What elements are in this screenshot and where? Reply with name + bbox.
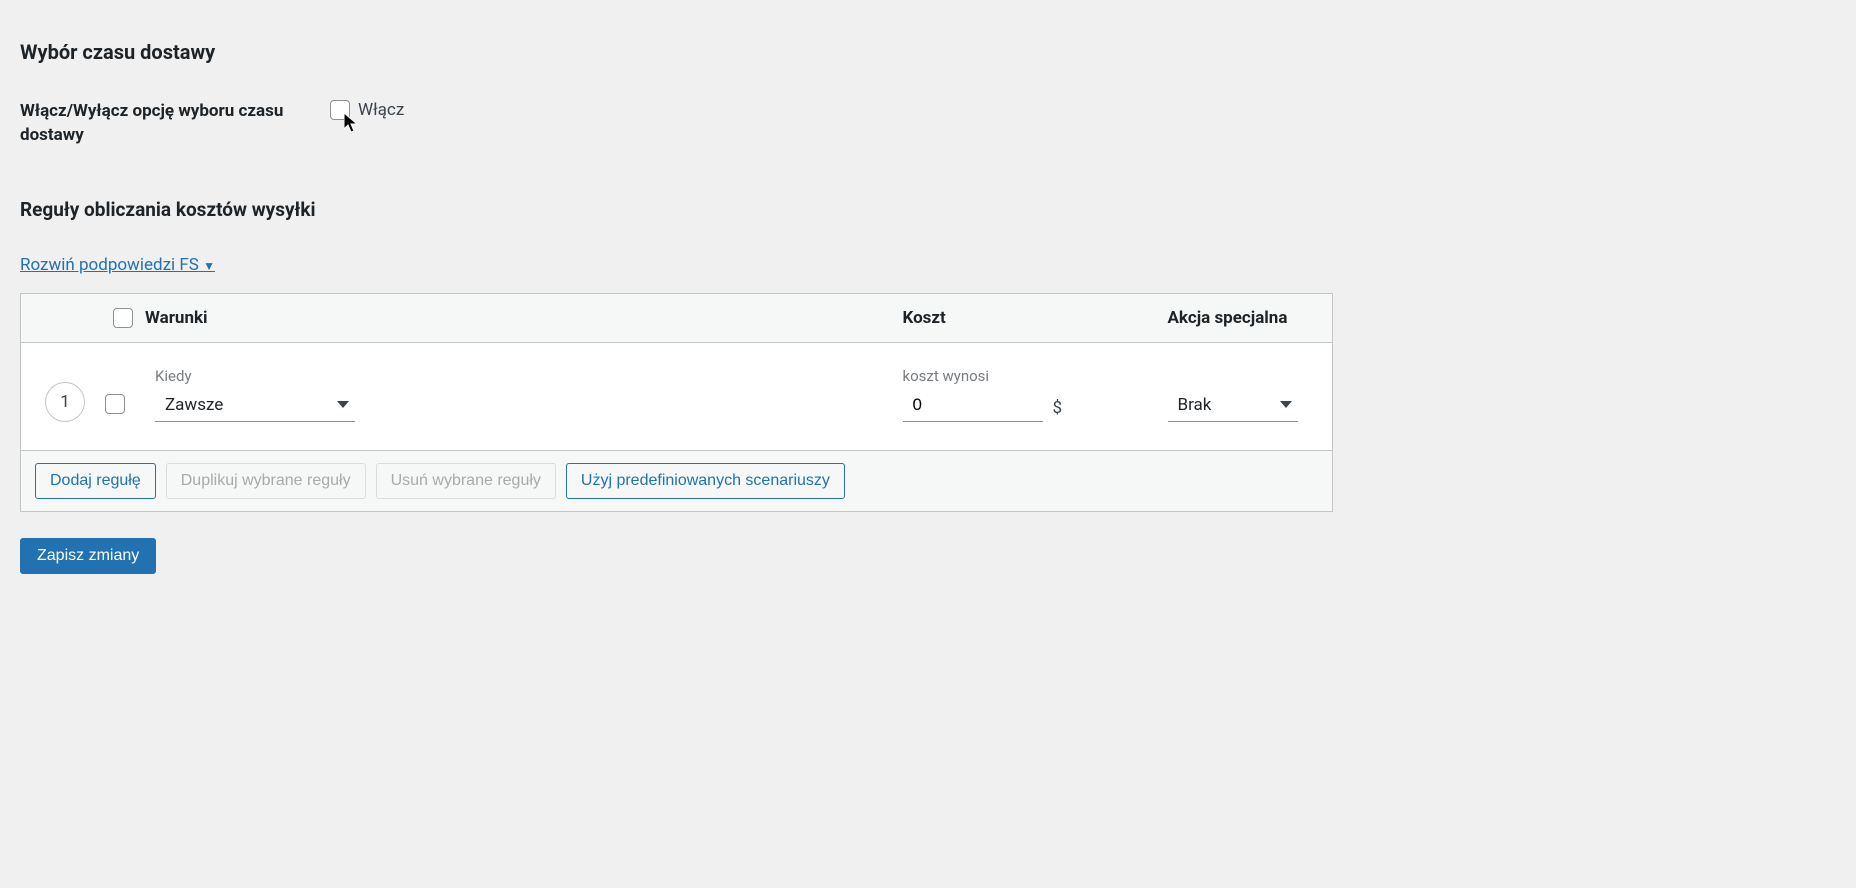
chevron-down-icon [1280,401,1292,408]
special-action-value: Brak [1178,395,1212,415]
rule-row-checkbox[interactable] [105,394,125,414]
header-special-action: Akcja specjalna [1158,293,1333,342]
shipping-rules-section-title: Reguły obliczania kosztów wysyłki [20,198,1836,221]
duplicate-rules-button[interactable]: Duplikuj wybrane reguły [166,463,366,500]
delivery-time-toggle-row: Włącz/Wyłącz opcję wyboru czasu dostawy … [20,100,1836,148]
when-select[interactable]: Zawsze [155,391,355,422]
predefined-scenarios-button[interactable]: Użyj predefiniowanych scenariuszy [566,463,845,500]
rule-row: 1 Kiedy Zawsze koszt wynosi $ [21,342,1333,450]
delivery-time-checkbox-text: Włącz [358,100,404,120]
save-changes-button[interactable]: Zapisz zmiany [20,538,156,574]
delivery-time-checkbox[interactable] [330,100,350,120]
header-check-column [95,293,145,342]
header-conditions: Warunki [145,293,893,342]
chevron-down-icon: ▼ [203,259,215,273]
currency-symbol: $ [1053,398,1063,422]
delivery-time-section-title: Wybór czasu dostawy [20,40,1836,64]
delivery-time-toggle-label: Włącz/Wyłącz opcję wyboru czasu dostawy [20,100,330,148]
select-all-checkbox[interactable] [113,308,133,328]
add-rule-button[interactable]: Dodaj regułę [35,463,156,500]
expand-hints-link[interactable]: Rozwiń podpowiedzi FS ▼ [20,255,215,275]
when-label: Kiedy [155,367,883,385]
header-drag-column [21,293,96,342]
header-cost: Koszt [893,293,1158,342]
cost-label: koszt wynosi [903,367,1148,385]
delivery-time-toggle-control: Włącz [330,100,404,120]
delete-rules-button[interactable]: Usuń wybrane reguły [376,463,556,500]
chevron-down-icon [337,401,349,408]
special-action-select[interactable]: Brak [1168,391,1298,422]
rule-number-badge[interactable]: 1 [45,382,85,422]
shipping-rules-table: Warunki Koszt Akcja specjalna 1 Kiedy Za… [20,293,1333,513]
when-select-value: Zawsze [165,395,223,415]
expand-hints-text: Rozwiń podpowiedzi FS [20,255,199,275]
cost-input[interactable] [903,391,1043,422]
